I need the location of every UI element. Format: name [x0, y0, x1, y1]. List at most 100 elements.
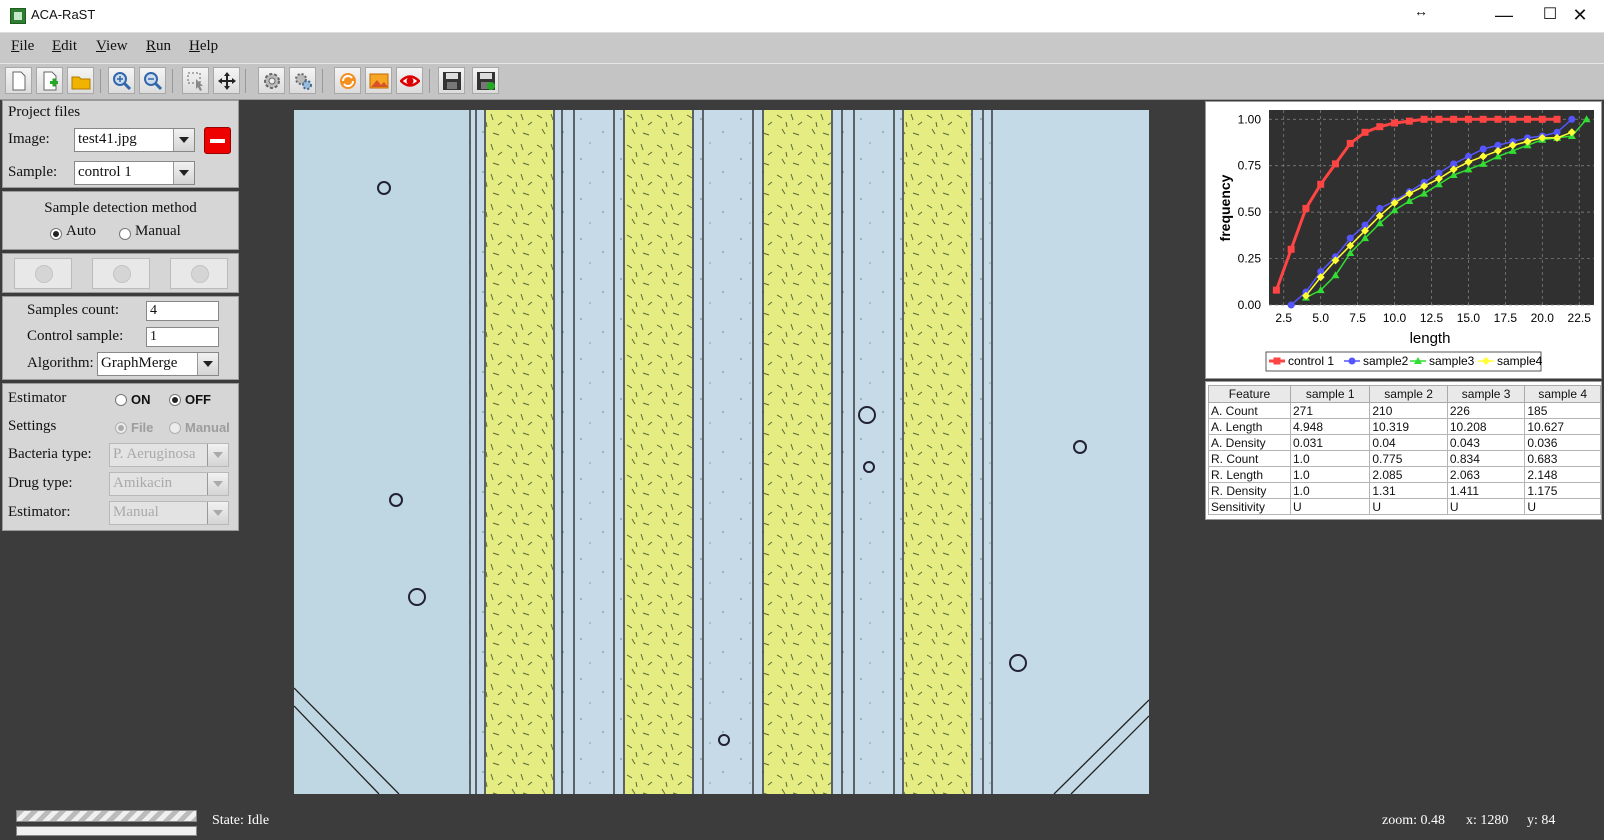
- open-folder-button[interactable]: [67, 67, 94, 94]
- table-cell[interactable]: 0.683: [1524, 450, 1601, 467]
- table-cell[interactable]: R. Density: [1208, 482, 1291, 499]
- table-cell[interactable]: U: [1289, 498, 1371, 515]
- refresh-button[interactable]: [334, 67, 361, 94]
- zoom-in-button[interactable]: [108, 67, 135, 94]
- add-file-button[interactable]: [36, 67, 63, 94]
- table-cell[interactable]: R. Count: [1208, 450, 1291, 467]
- table-header[interactable]: sample 4: [1524, 385, 1601, 403]
- add-file-icon: [43, 71, 58, 91]
- bacteria-type-select[interactable]: P. Aeruginosa: [109, 443, 229, 467]
- table-cell[interactable]: 1.175: [1524, 482, 1601, 499]
- estimator-on-label: ON: [131, 392, 151, 407]
- table-cell[interactable]: 2.085: [1369, 466, 1448, 483]
- start-button[interactable]: [14, 258, 72, 289]
- table-cell[interactable]: 1.0: [1289, 466, 1371, 483]
- table-cell[interactable]: 0.775: [1369, 450, 1448, 467]
- remove-button[interactable]: [170, 258, 228, 289]
- chevron-down-icon[interactable]: [207, 444, 228, 466]
- table-cell[interactable]: 10.319: [1369, 418, 1448, 435]
- menu-file[interactable]: File: [11, 38, 34, 55]
- image-button[interactable]: [365, 67, 392, 94]
- eye-icon: [400, 75, 420, 87]
- table-row[interactable]: Sensitivity U U U U: [1208, 498, 1601, 515]
- chevron-down-icon[interactable]: [173, 129, 194, 151]
- move-tool-button[interactable]: [213, 67, 240, 94]
- new-file-button[interactable]: [5, 67, 32, 94]
- table-cell[interactable]: 2.148: [1524, 466, 1601, 483]
- chevron-down-icon[interactable]: [173, 162, 194, 184]
- table-cell[interactable]: 0.036: [1524, 434, 1601, 451]
- table-cell[interactable]: 2.063: [1446, 466, 1526, 483]
- settings-manual-label: Manual: [185, 420, 230, 435]
- image-viewer[interactable]: [294, 110, 1149, 794]
- table-cell[interactable]: 10.627: [1524, 418, 1601, 435]
- sample-select[interactable]: control 1: [74, 161, 195, 185]
- table-cell[interactable]: 1.411: [1446, 482, 1526, 499]
- save-as-button[interactable]: [472, 67, 499, 94]
- drug-type-select[interactable]: Amikacin: [109, 472, 229, 496]
- table-cell[interactable]: A. Length: [1208, 418, 1291, 435]
- table-cell[interactable]: 0.043: [1446, 434, 1526, 451]
- chevron-down-icon[interactable]: [207, 473, 228, 495]
- x-tick-label: 2.5: [1275, 311, 1292, 325]
- close-button[interactable]: ✕: [1557, 0, 1603, 32]
- minimize-button[interactable]: —: [1481, 0, 1527, 32]
- table-cell[interactable]: Sensitivity: [1208, 498, 1291, 515]
- menu-view[interactable]: View: [96, 38, 128, 55]
- table-cell[interactable]: 1.31: [1369, 482, 1448, 499]
- table-header[interactable]: sample 1: [1289, 385, 1371, 403]
- menu-help[interactable]: Help: [189, 38, 218, 55]
- manual-radio[interactable]: [119, 228, 131, 240]
- settings-file-radio[interactable]: [115, 422, 127, 434]
- table-cell[interactable]: U: [1446, 498, 1526, 515]
- table-cell[interactable]: A. Count: [1208, 402, 1291, 419]
- estimator-off-radio[interactable]: [169, 394, 181, 406]
- table-cell[interactable]: U: [1369, 498, 1448, 515]
- table-cell[interactable]: 1.0: [1289, 450, 1371, 467]
- settings-advanced-button[interactable]: [289, 67, 316, 94]
- table-header[interactable]: Feature: [1208, 385, 1291, 403]
- table-cell[interactable]: 210: [1369, 402, 1448, 419]
- zoom-out-button[interactable]: [139, 67, 166, 94]
- algorithm-select[interactable]: GraphMerge: [97, 352, 219, 376]
- table-cell[interactable]: U: [1524, 498, 1601, 515]
- samples-count-input[interactable]: 4: [146, 301, 219, 321]
- control-sample-input[interactable]: 1: [146, 327, 219, 347]
- chevron-down-icon[interactable]: [207, 502, 228, 524]
- table-cell[interactable]: 10.208: [1446, 418, 1526, 435]
- table-cell[interactable]: 185: [1524, 402, 1601, 419]
- data-point: [1538, 115, 1546, 123]
- add-button[interactable]: [92, 258, 150, 289]
- table-row[interactable]: R. Density 1.0 1.31 1.411 1.175: [1208, 482, 1601, 499]
- settings-manual-radio[interactable]: [169, 422, 181, 434]
- table-cell[interactable]: 0.031: [1289, 434, 1371, 451]
- eye-button[interactable]: [396, 67, 423, 94]
- table-cell[interactable]: 1.0: [1289, 482, 1371, 499]
- table-cell[interactable]: 4.948: [1289, 418, 1371, 435]
- table-row[interactable]: R. Length 1.0 2.085 2.063 2.148: [1208, 466, 1601, 483]
- table-header[interactable]: sample 3: [1446, 385, 1526, 403]
- table-cell[interactable]: 271: [1289, 402, 1371, 419]
- chevron-down-icon[interactable]: [197, 353, 218, 375]
- save-button[interactable]: [438, 67, 465, 94]
- auto-radio[interactable]: [50, 228, 62, 240]
- image-icon: [369, 73, 389, 89]
- menu-run[interactable]: Run: [146, 38, 171, 55]
- table-row[interactable]: A. Length 4.948 10.319 10.208 10.627: [1208, 418, 1601, 435]
- select-tool-button[interactable]: [182, 67, 209, 94]
- table-cell[interactable]: R. Length: [1208, 466, 1291, 483]
- table-row[interactable]: A. Count 271 210 226 185: [1208, 402, 1601, 419]
- remove-image-button[interactable]: [204, 127, 231, 154]
- table-cell[interactable]: 0.04: [1369, 434, 1448, 451]
- estimator-type-select[interactable]: Manual: [109, 501, 229, 525]
- table-cell[interactable]: A. Density: [1208, 434, 1291, 451]
- table-cell[interactable]: 0.834: [1446, 450, 1526, 467]
- table-header[interactable]: sample 2: [1369, 385, 1448, 403]
- estimator-on-radio[interactable]: [115, 394, 127, 406]
- table-cell[interactable]: 226: [1446, 402, 1526, 419]
- table-row[interactable]: A. Density 0.031 0.04 0.043 0.036: [1208, 434, 1601, 451]
- menu-edit[interactable]: Edit: [52, 38, 77, 55]
- settings-button[interactable]: [258, 67, 285, 94]
- image-select[interactable]: test41.jpg: [74, 128, 195, 152]
- table-row[interactable]: R. Count 1.0 0.775 0.834 0.683: [1208, 450, 1601, 467]
